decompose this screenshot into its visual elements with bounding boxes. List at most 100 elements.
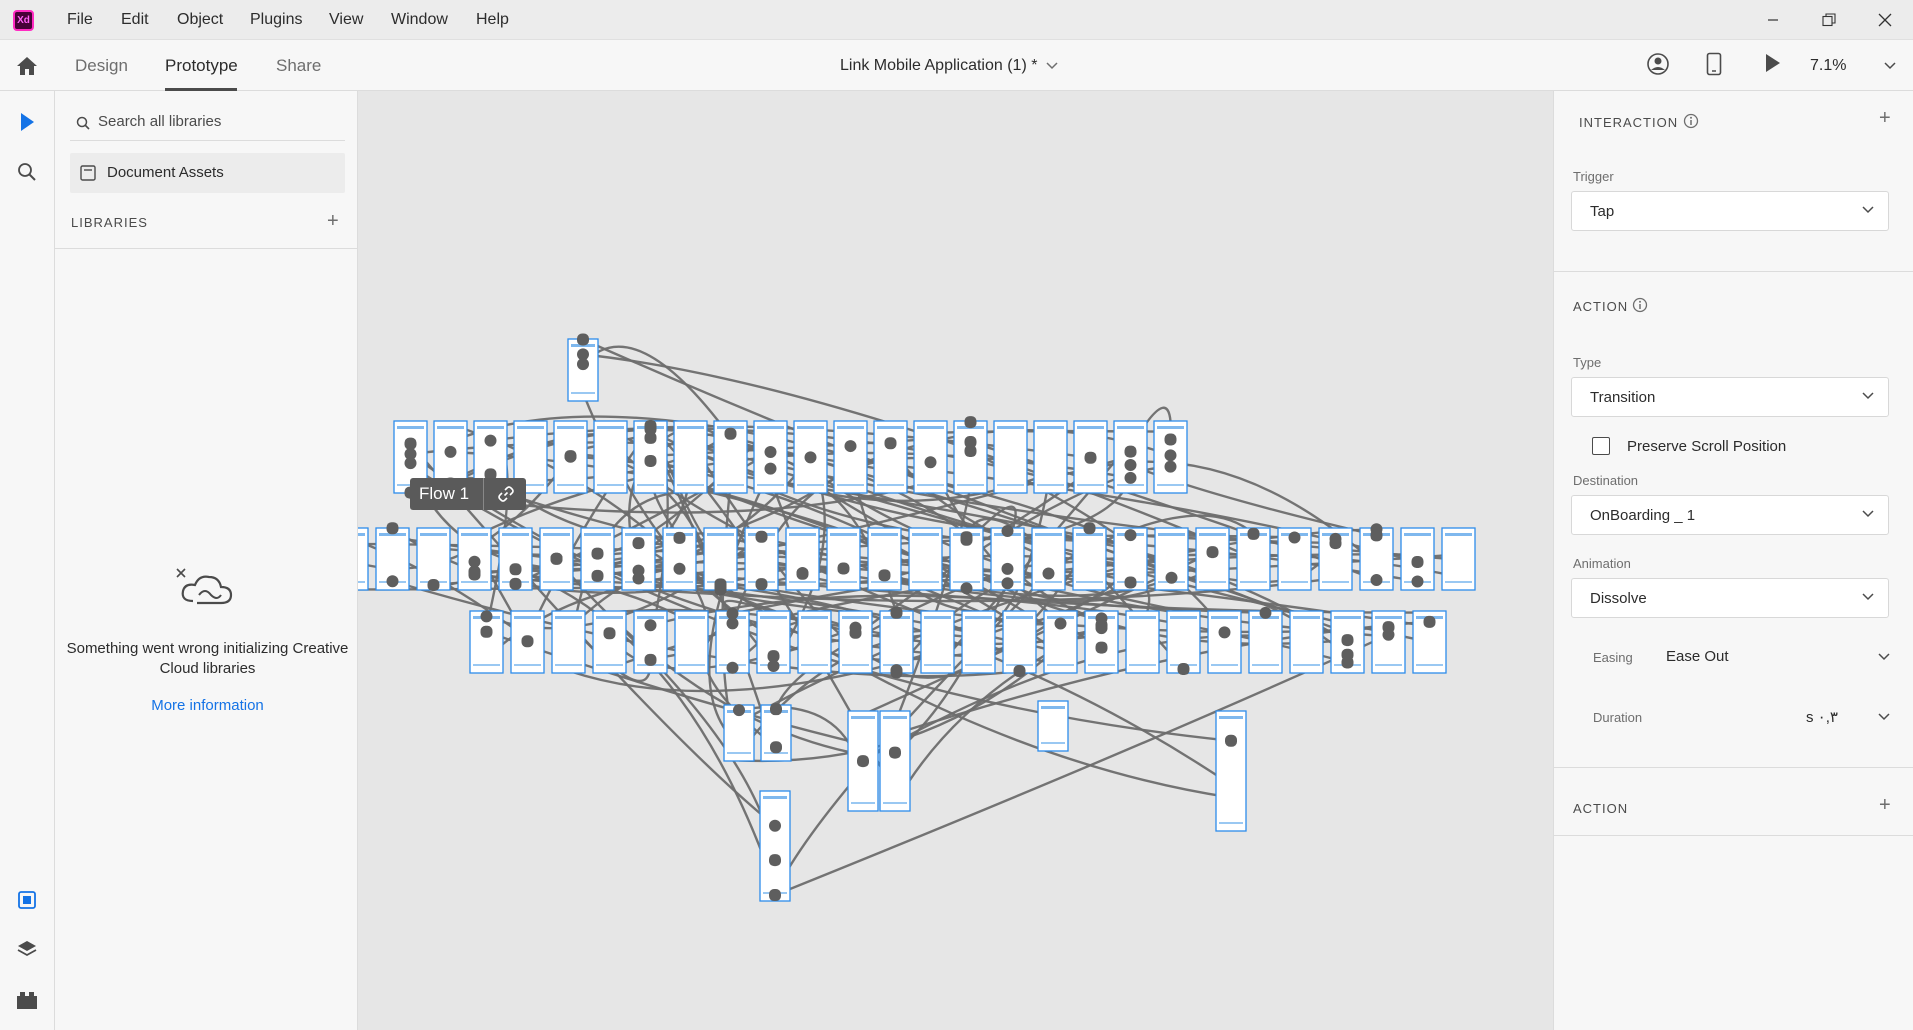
wire-connector <box>480 610 493 623</box>
minimize-icon <box>1768 19 1778 21</box>
artboard-content <box>801 616 828 619</box>
menu-window[interactable]: Window <box>391 0 448 40</box>
plugins-panel-button[interactable] <box>10 983 44 1017</box>
info-icon[interactable] <box>1683 113 1699 129</box>
artboard[interactable] <box>961 610 996 674</box>
artboard-content <box>477 426 504 429</box>
artboard[interactable] <box>1215 710 1247 832</box>
menu-view[interactable]: View <box>329 0 363 40</box>
trigger-dropdown[interactable]: Tap <box>1571 191 1889 231</box>
artboard-content <box>637 616 664 619</box>
menu-edit[interactable]: Edit <box>121 0 149 40</box>
wire-connector <box>386 575 399 588</box>
artboard[interactable] <box>785 527 820 591</box>
artboard[interactable] <box>592 610 627 674</box>
layers-panel-button[interactable] <box>10 932 44 966</box>
menu-object[interactable]: Object <box>177 0 223 40</box>
artboard[interactable] <box>826 527 861 591</box>
zoom-chevron-down-icon[interactable] <box>1884 62 1896 70</box>
artboard[interactable] <box>873 420 908 494</box>
artboard[interactable] <box>673 420 708 494</box>
wire-connector <box>1370 529 1383 542</box>
wire-connector <box>964 416 977 429</box>
prototype-canvas[interactable]: Flow 1 <box>358 91 1553 1030</box>
artboard-content <box>727 752 751 754</box>
artboard[interactable] <box>1371 610 1406 674</box>
menu-file[interactable]: File <box>67 0 93 40</box>
divider <box>1554 835 1913 836</box>
wire-connector <box>1288 531 1301 544</box>
wire-connector <box>1411 556 1424 569</box>
menu-help[interactable]: Help <box>476 0 509 40</box>
artboard-content <box>502 533 529 536</box>
wire-connector <box>644 419 657 432</box>
artboard-content <box>678 616 705 619</box>
destination-dropdown[interactable]: OnBoarding _ 1 <box>1571 495 1889 535</box>
artboard[interactable] <box>551 610 586 674</box>
artboard-flow-map[interactable] <box>358 91 1553 1030</box>
menu-plugins[interactable]: Plugins <box>250 0 302 40</box>
type-dropdown[interactable]: Transition <box>1571 377 1889 417</box>
home-button[interactable] <box>10 49 44 83</box>
select-tool-button[interactable] <box>10 105 44 139</box>
artboard[interactable] <box>1002 610 1037 674</box>
artboard[interactable] <box>1195 527 1230 591</box>
wire-connector <box>755 530 768 543</box>
add-action-button[interactable]: + <box>1879 794 1891 817</box>
artboard[interactable] <box>797 610 832 674</box>
add-library-button[interactable]: + <box>327 210 339 233</box>
duration-field[interactable]: s ۰,۳ <box>1794 698 1894 736</box>
minimize-button[interactable] <box>1745 0 1801 40</box>
artboard[interactable] <box>879 710 911 812</box>
animation-dropdown[interactable]: Dissolve <box>1571 578 1889 618</box>
document-title[interactable]: Link Mobile Application (1) * <box>840 40 1037 91</box>
chevron-down-icon[interactable] <box>1046 62 1058 70</box>
zoom-tool-button[interactable] <box>10 155 44 189</box>
artboard[interactable] <box>674 610 709 674</box>
invite-user-button[interactable] <box>1646 52 1674 80</box>
wire-connector <box>521 635 534 648</box>
document-assets-item[interactable]: Document Assets <box>70 153 345 193</box>
artboard[interactable] <box>1031 527 1066 591</box>
search-icon <box>76 116 90 130</box>
artboard[interactable] <box>1125 610 1160 674</box>
more-information-link[interactable]: More information <box>65 697 350 714</box>
artboard[interactable] <box>1072 527 1107 591</box>
library-search-field[interactable]: Search all libraries <box>70 103 345 141</box>
artboard[interactable] <box>993 420 1028 494</box>
artboard[interactable] <box>1441 527 1476 591</box>
artboard[interactable] <box>1248 610 1283 674</box>
artboard[interactable] <box>1289 610 1324 674</box>
tab-prototype[interactable]: Prototype <box>165 40 238 91</box>
preview-play-button[interactable] <box>1764 52 1792 80</box>
artboard[interactable] <box>920 610 955 674</box>
document-assets-label: Document Assets <box>107 164 224 181</box>
artboard[interactable] <box>593 420 628 494</box>
artboard[interactable] <box>358 527 369 591</box>
link-icon[interactable] <box>498 486 514 502</box>
libraries-panel-button[interactable] <box>10 883 44 917</box>
close-icon <box>1878 13 1892 27</box>
restore-button[interactable] <box>1801 0 1857 40</box>
close-button[interactable] <box>1857 0 1913 40</box>
artboards[interactable] <box>358 338 1476 902</box>
destination-label: Destination <box>1573 473 1639 488</box>
artboard[interactable] <box>833 420 868 494</box>
artboard[interactable] <box>908 527 943 591</box>
tab-design[interactable]: Design <box>75 40 128 91</box>
artboard[interactable] <box>1033 420 1068 494</box>
artboard[interactable] <box>759 790 791 902</box>
zoom-level[interactable]: 7.1% <box>1810 40 1846 91</box>
preserve-scroll-checkbox[interactable] <box>1592 437 1610 455</box>
device-preview-button[interactable] <box>1706 52 1734 80</box>
flow-start-label[interactable]: Flow 1 <box>410 478 527 510</box>
artboard[interactable] <box>1207 610 1242 674</box>
artboard-content <box>917 426 944 429</box>
easing-dropdown[interactable]: Ease Out <box>1664 638 1894 676</box>
add-interaction-button[interactable]: + <box>1879 107 1891 130</box>
artboard[interactable] <box>838 610 873 674</box>
artboard-content <box>924 664 951 666</box>
artboard[interactable] <box>879 610 914 674</box>
info-icon[interactable] <box>1632 297 1648 313</box>
tab-share[interactable]: Share <box>276 40 321 91</box>
